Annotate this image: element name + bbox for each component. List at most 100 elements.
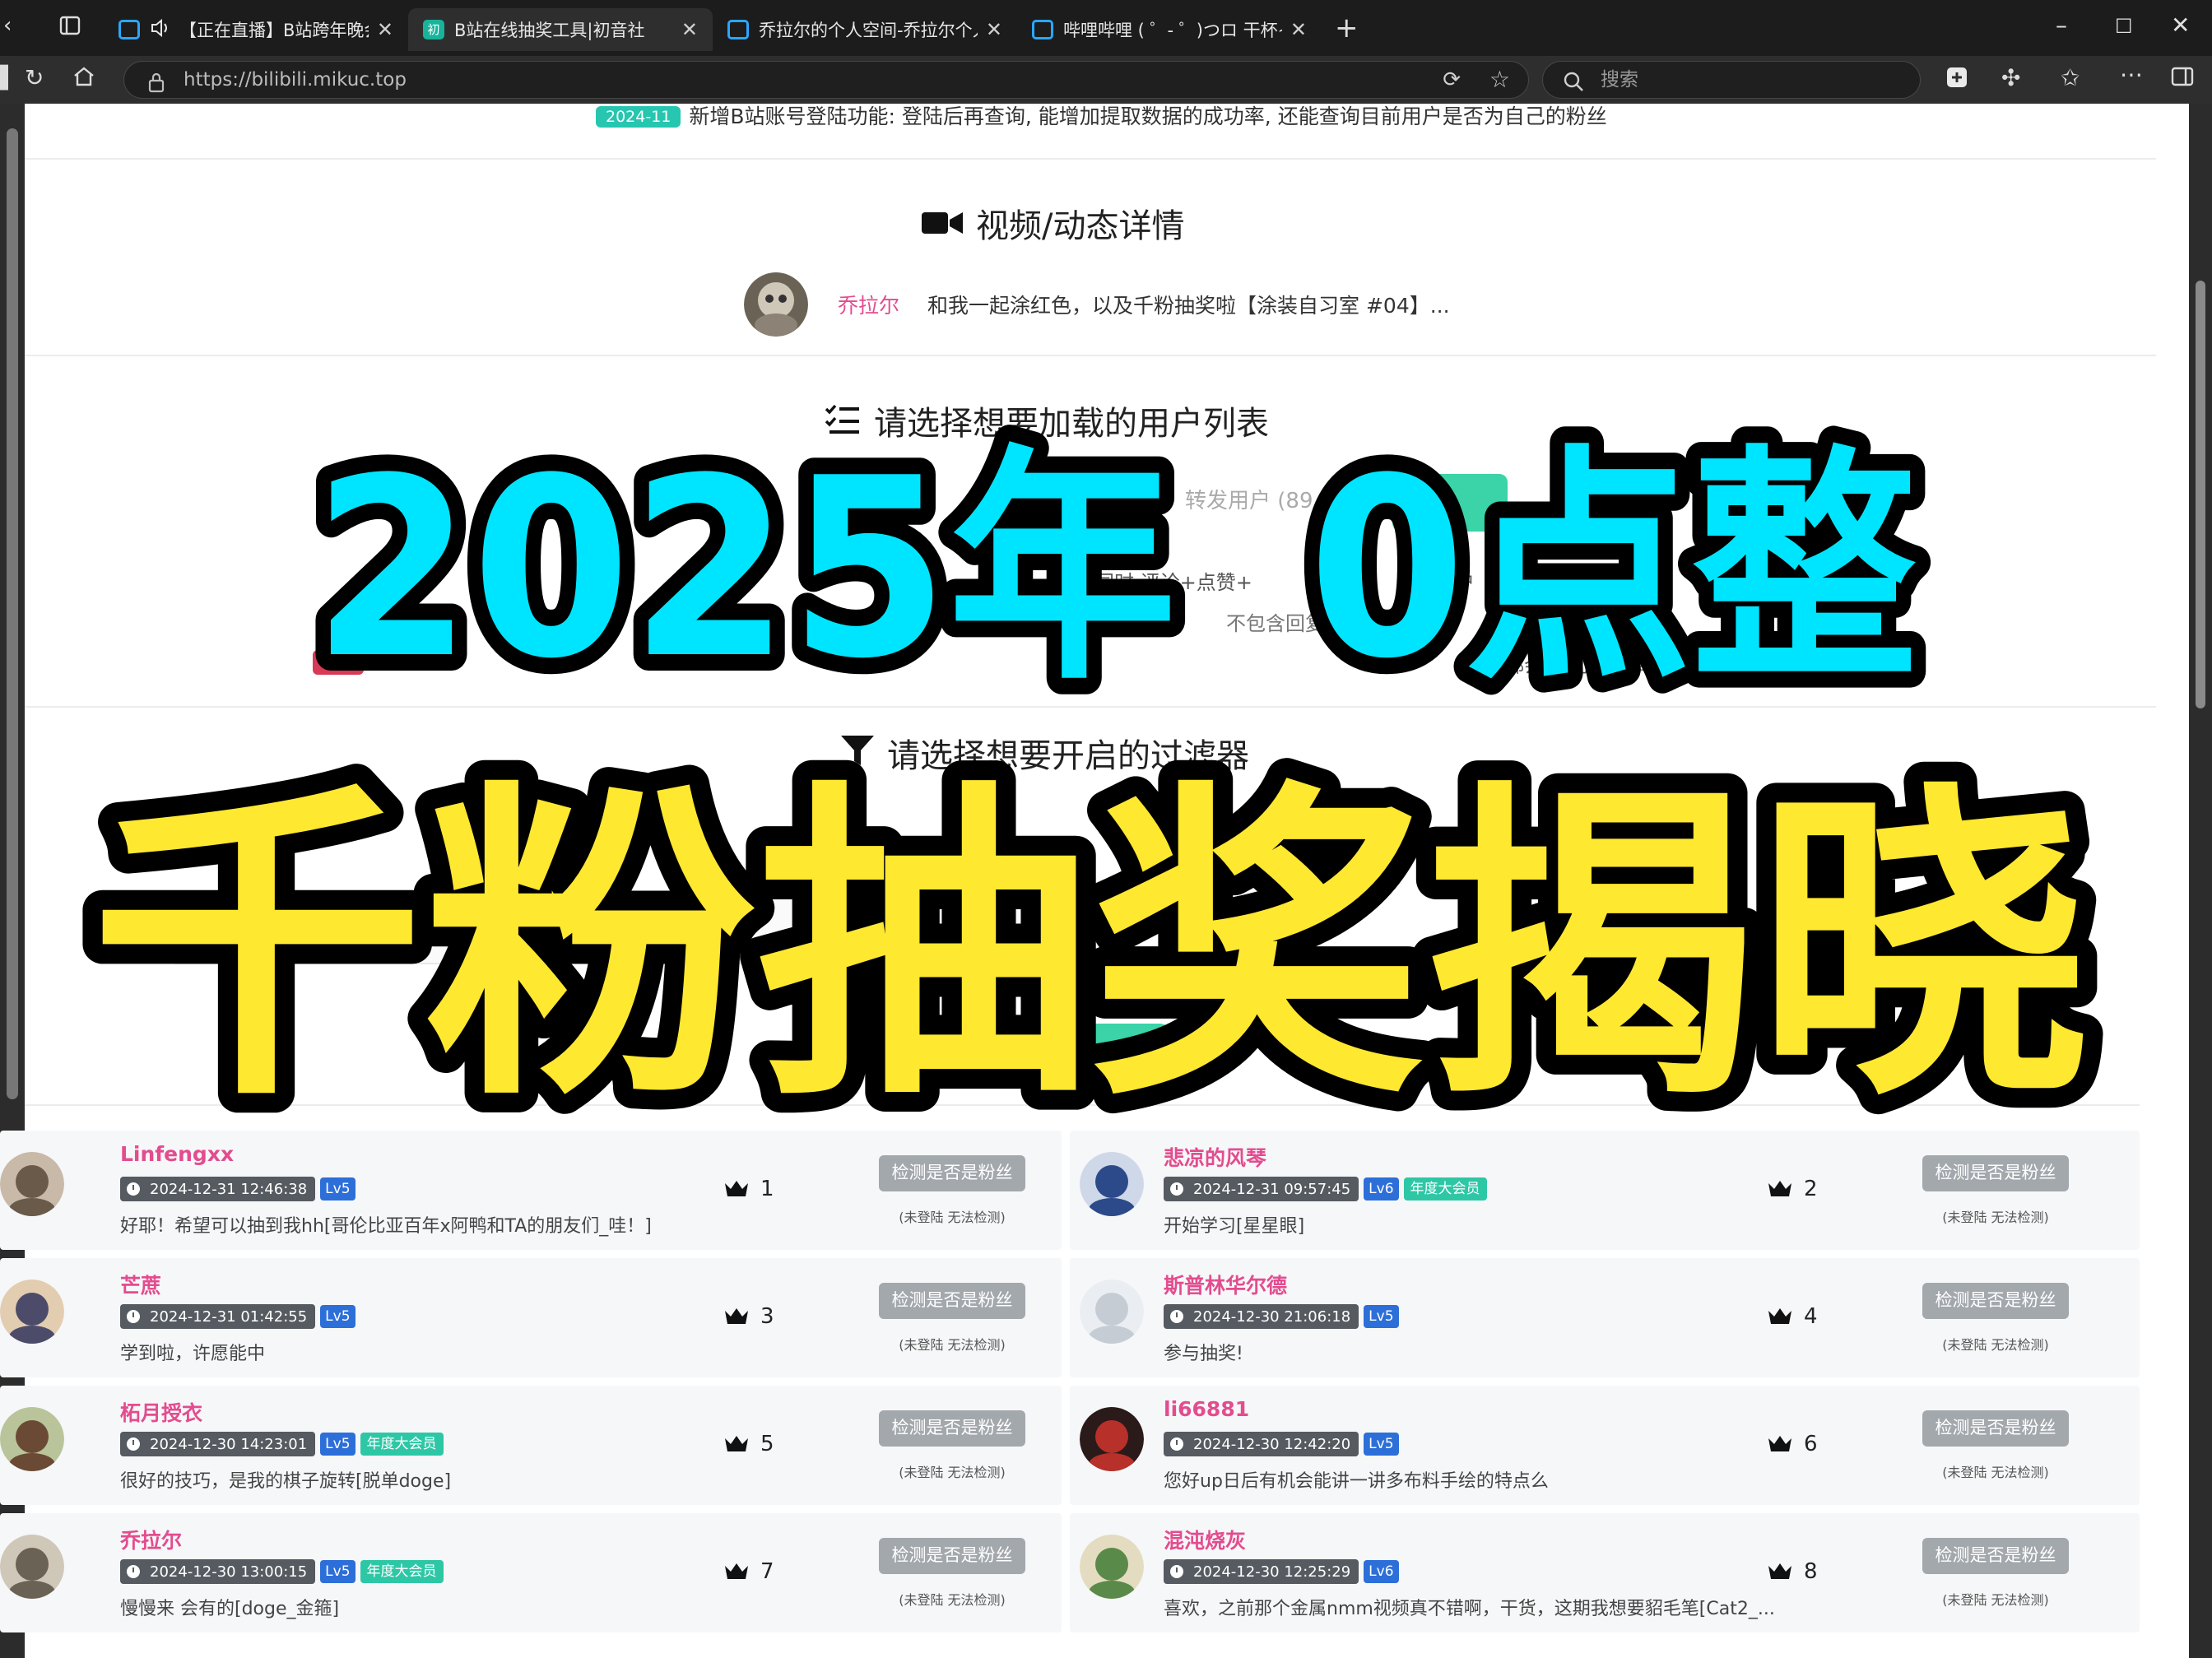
url-field[interactable]: https://bilibili.mikuc.top ⟳ ☆ bbox=[123, 61, 1529, 99]
screen: ‹ 【正在直播】B站跨年晚会, ✕ 初 B站在线抽奖工具|初音社 ✕ 乔拉尔的个… bbox=[0, 0, 2212, 1658]
winner-avatar[interactable] bbox=[0, 1535, 64, 1599]
forward-icon[interactable]: ▌ bbox=[0, 66, 16, 91]
clock-icon bbox=[127, 1182, 140, 1196]
tab-bar: ‹ 【正在直播】B站跨年晚会, ✕ 初 B站在线抽奖工具|初音社 ✕ 乔拉尔的个… bbox=[0, 0, 2212, 56]
new-tab-icon[interactable]: + bbox=[1335, 12, 1359, 44]
clock-icon bbox=[1170, 1437, 1183, 1451]
home-icon[interactable] bbox=[72, 66, 95, 93]
winner-name[interactable]: 混沌烧灰 bbox=[1164, 1525, 1246, 1554]
login-required-note: (未登陆 无法检测) bbox=[1942, 1592, 2049, 1608]
minimize-icon[interactable]: – bbox=[2056, 12, 2067, 39]
crown-icon bbox=[1768, 1563, 1791, 1579]
winner-meta: 2024-12-30 12:42:20 Lv5 bbox=[1164, 1432, 1399, 1456]
tab-bilibili-home[interactable]: 哔哩哔哩 ( ゜- ゜)つロ 干杯~-bilibi ✕ bbox=[1017, 8, 1322, 51]
back-arrow-icon[interactable]: ‹ bbox=[3, 13, 12, 38]
notice-text: 新增B站账号登陆功能: 登陆后再查询, 能增加提取数据的成功率, 还能查询目前用… bbox=[689, 104, 1607, 128]
winner-avatar[interactable] bbox=[1080, 1407, 1144, 1471]
tab-close-icon[interactable]: ✕ bbox=[377, 18, 393, 41]
tab-user-space[interactable]: 乔拉尔的个人空间-乔拉尔个人主 ✕ bbox=[713, 8, 1017, 51]
tab-close-icon[interactable]: ✕ bbox=[681, 18, 698, 41]
tab-close-icon[interactable]: ✕ bbox=[986, 18, 1002, 41]
winner-avatar[interactable] bbox=[0, 1279, 64, 1344]
ghost-option-text: 数 bbox=[285, 920, 307, 945]
more-menu-icon[interactable]: ⋯ bbox=[2120, 61, 2143, 88]
refresh-icon[interactable]: ↻ bbox=[25, 64, 44, 91]
favorite-star-icon[interactable]: ☆ bbox=[1489, 62, 1510, 98]
comment-time: 2024-12-30 14:23:01 bbox=[150, 1435, 308, 1453]
rank-number: 6 bbox=[1804, 1432, 1818, 1456]
scroll-thumb[interactable] bbox=[7, 128, 18, 1099]
winner-name[interactable]: Linfengxx bbox=[120, 1142, 234, 1166]
crown-icon bbox=[1768, 1181, 1791, 1196]
winner-meta: 2024-12-30 13:00:15 Lv5 年度大会员 bbox=[120, 1559, 444, 1584]
winner-avatar[interactable] bbox=[1080, 1279, 1144, 1344]
tab-close-icon[interactable]: ✕ bbox=[1290, 18, 1307, 41]
extensions-puzzle-icon[interactable]: ✣ bbox=[2001, 64, 2020, 91]
clock-icon bbox=[1170, 1182, 1183, 1196]
check-fan-button[interactable]: 检测是否是粉丝 bbox=[879, 1538, 1025, 1574]
login-required-note: (未登陆 无法检测) bbox=[899, 1210, 1006, 1225]
winner-avatar[interactable] bbox=[1080, 1152, 1144, 1216]
filter-funnel-icon bbox=[841, 736, 874, 775]
vip-badge: 年度大会员 bbox=[360, 1560, 444, 1583]
reader-icon[interactable]: ⟳ bbox=[1443, 62, 1461, 98]
winner-meta: 2024-12-31 09:57:45 Lv6 年度大会员 bbox=[1164, 1177, 1487, 1201]
search-field[interactable]: 搜索 bbox=[1542, 61, 1921, 99]
close-window-icon[interactable]: ✕ bbox=[2171, 12, 2190, 39]
author-avatar[interactable] bbox=[744, 272, 808, 337]
divider bbox=[25, 158, 2156, 160]
winner-name[interactable]: li66881 bbox=[1164, 1397, 1249, 1421]
check-fan-button[interactable]: 检测是否是粉丝 bbox=[1922, 1283, 2069, 1319]
level-badge: Lv6 bbox=[1364, 1177, 1399, 1201]
warning-badge bbox=[313, 650, 364, 675]
clock-icon bbox=[127, 1437, 140, 1451]
winner-meta: 2024-12-30 21:06:18 Lv5 bbox=[1164, 1304, 1399, 1329]
comment-time: 2024-12-30 12:25:29 bbox=[1193, 1563, 1351, 1581]
crown-icon bbox=[1768, 1436, 1791, 1451]
check-fan-button[interactable]: 检测是否是粉丝 bbox=[879, 1283, 1025, 1319]
check-fan-button[interactable]: 检测是否是粉丝 bbox=[879, 1155, 1025, 1191]
filter-section-title: 请选择想要开启的过滤器 bbox=[841, 729, 1249, 777]
speaker-icon[interactable] bbox=[150, 18, 171, 42]
tab-actions-icon[interactable] bbox=[59, 15, 81, 42]
comment-time: 2024-12-31 09:57:45 bbox=[1193, 1180, 1351, 1198]
winner-name[interactable]: 柘月授衣 bbox=[120, 1397, 202, 1427]
winner-name[interactable]: 乔拉尔 bbox=[120, 1525, 182, 1554]
filter-input-group[interactable] bbox=[170, 897, 1124, 964]
winner-avatar[interactable] bbox=[0, 1407, 64, 1471]
ghost-option-text[interactable]: 转发用户 (89 bbox=[1185, 484, 1313, 514]
maximize-icon[interactable]: ☐ bbox=[2115, 15, 2133, 38]
winner-name[interactable]: 斯普林华尔德 bbox=[1164, 1270, 1287, 1299]
tab-lottery-tool[interactable]: 初 B站在线抽奖工具|初音社 ✕ bbox=[408, 8, 713, 51]
video-title[interactable]: 和我一起涂红色，以及千粉抽奖啦【涂装自习室 #04】... bbox=[927, 290, 1450, 319]
sidebar-icon[interactable] bbox=[2171, 66, 2194, 93]
author-name[interactable]: 乔拉尔 bbox=[838, 290, 899, 319]
load-button-ghost[interactable] bbox=[1392, 474, 1508, 532]
winner-card: 斯普林华尔德 2024-12-30 21:06:18 Lv5 参与抽奖! 4 检… bbox=[1070, 1258, 2140, 1377]
tab-title: 乔拉尔的个人空间-乔拉尔个人主 bbox=[759, 21, 978, 40]
level-badge: Lv5 bbox=[320, 1305, 356, 1328]
extension-shield-icon[interactable] bbox=[1945, 66, 1968, 95]
winner-comment: 慢慢来 会有的[doge_金箍] bbox=[120, 1599, 340, 1619]
favorites-icon[interactable]: ✩ bbox=[2061, 64, 2080, 91]
clock-icon bbox=[127, 1565, 140, 1578]
winner-avatar[interactable] bbox=[1080, 1535, 1144, 1599]
clock-icon bbox=[127, 1310, 140, 1323]
search-icon bbox=[1563, 68, 1584, 104]
check-fan-button[interactable]: 检测是否是粉丝 bbox=[879, 1410, 1025, 1447]
scroll-thumb[interactable] bbox=[2196, 281, 2205, 708]
crown-icon bbox=[725, 1563, 748, 1579]
check-fan-button[interactable]: 检测是否是粉丝 bbox=[1922, 1410, 2069, 1447]
winner-avatar[interactable] bbox=[0, 1152, 64, 1216]
check-fan-button[interactable]: 检测是否是粉丝 bbox=[1922, 1538, 2069, 1574]
tab-live[interactable]: 【正在直播】B站跨年晚会, ✕ bbox=[104, 8, 408, 51]
ghost-option-text[interactable]: 2 bbox=[339, 915, 353, 940]
tab-title: B站在线抽奖工具|初音社 bbox=[454, 21, 645, 40]
rank-number: 1 bbox=[760, 1177, 774, 1201]
check-fan-button[interactable]: 检测是否是粉丝 bbox=[1922, 1155, 2069, 1191]
draw-lottery-button[interactable] bbox=[996, 1024, 1169, 1081]
page-scrollbar[interactable] bbox=[2189, 104, 2212, 1658]
winner-name[interactable]: 芒蔗 bbox=[120, 1270, 161, 1299]
user-list-section-title-text: 请选择想要加载的用户列表 bbox=[874, 405, 1269, 443]
winner-name[interactable]: 悲凉的风琴 bbox=[1164, 1142, 1266, 1172]
